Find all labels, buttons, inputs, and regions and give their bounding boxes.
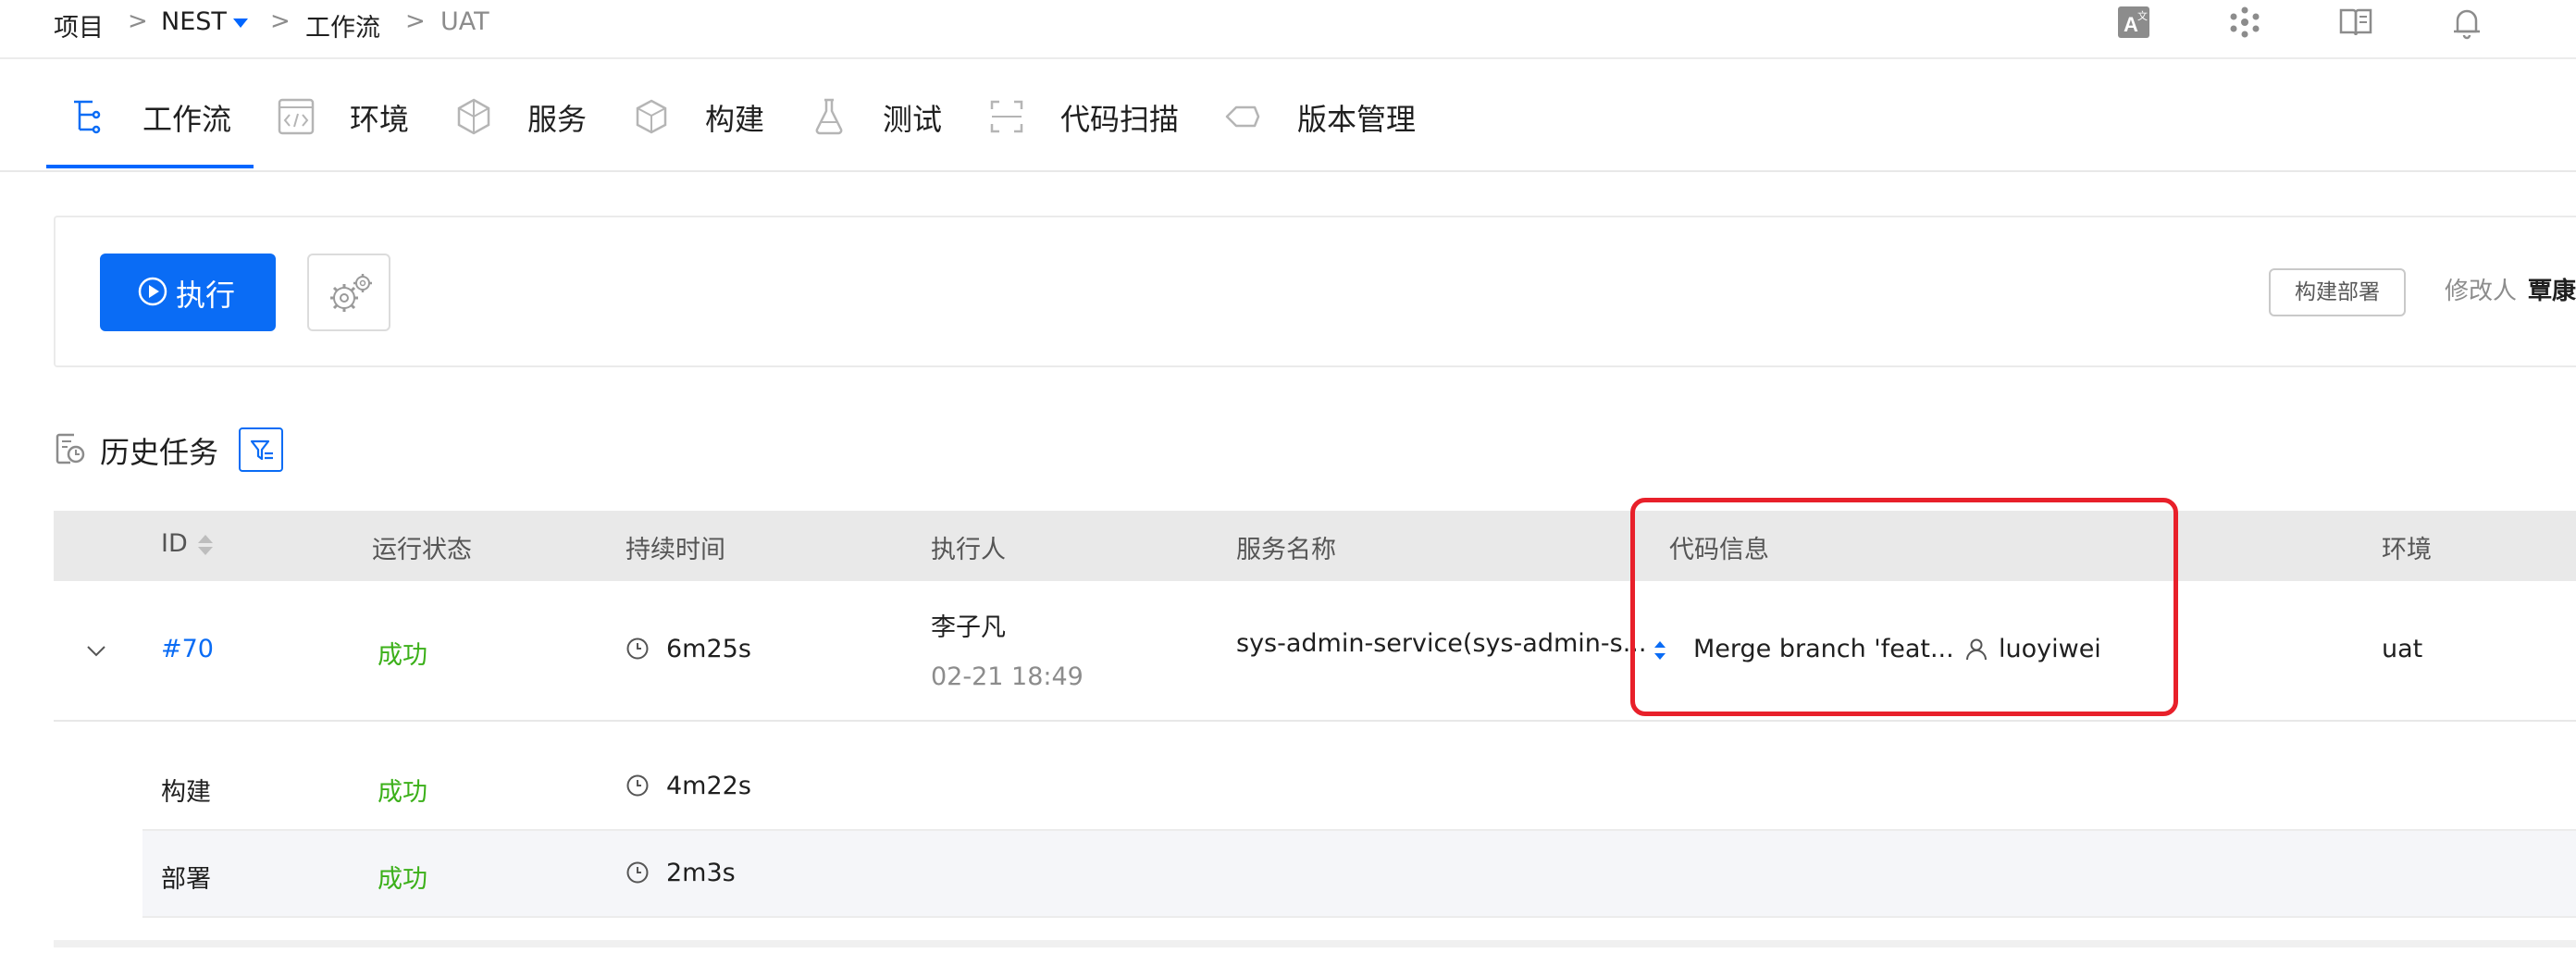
run-button-label: 执行 [176, 278, 236, 312]
history-title: 历史任务 [100, 435, 219, 470]
docs-icon[interactable] [2337, 4, 2374, 41]
column-header-environment: 环境 [2382, 536, 2432, 564]
svg-text:A: A [2124, 13, 2138, 36]
stage-duration: 4m22s [666, 772, 751, 800]
breadcrumb-root[interactable]: 项目 [54, 7, 104, 43]
column-header-status: 运行状态 [372, 536, 472, 564]
filter-button[interactable] [239, 427, 283, 472]
tab-version-management[interactable]: 版本管理 [1223, 59, 1436, 172]
code-icon [278, 98, 315, 135]
commit-expand-icon[interactable] [1651, 638, 1669, 662]
workflow-action-card [54, 216, 2576, 367]
notification-bell-icon[interactable] [2448, 4, 2485, 41]
active-tab-indicator [46, 165, 254, 168]
tab-label: 测试 [883, 102, 943, 137]
modifier-label: 修改人 [2445, 278, 2518, 305]
breadcrumb-section[interactable]: 工作流 [305, 7, 380, 43]
stage-name: 构建 [161, 778, 211, 807]
tab-environment[interactable]: 环境 [278, 59, 426, 172]
tab-label: 版本管理 [1297, 102, 1417, 137]
gear-icon [330, 274, 372, 312]
box-icon [636, 99, 667, 134]
cube-network-icon [457, 98, 490, 135]
stage-name: 部署 [161, 865, 211, 894]
committer-name: luoyiwei [1999, 635, 2101, 663]
filter-icon [250, 439, 273, 461]
top-bar: 项目 > NEST > 工作流 > UAT A 文 [0, 0, 2576, 59]
svg-text:文: 文 [2137, 9, 2148, 22]
column-header-executor: 执行人 [931, 536, 1006, 564]
tab-label: 构建 [705, 102, 765, 137]
stage-duration: 2m3s [666, 859, 736, 887]
user-icon [1966, 638, 1987, 661]
workflow-icon [74, 100, 101, 134]
breadcrumb-current: UAT [440, 7, 489, 36]
clock-icon [626, 637, 649, 660]
commit-message[interactable]: Merge branch 'feat... [1693, 635, 1954, 663]
tab-build[interactable]: 构建 [633, 59, 772, 172]
clock-icon [626, 861, 649, 884]
breadcrumb-separator: > [405, 7, 426, 35]
service-name[interactable]: sys-admin-service(sys-admin-s... [1236, 629, 1646, 658]
tag-icon [1225, 105, 1260, 128]
column-header-id[interactable]: ID [161, 529, 188, 558]
run-status: 成功 [378, 641, 427, 670]
table-footer-divider [54, 940, 2576, 947]
tab-workflow[interactable]: 工作流 [68, 59, 254, 172]
play-circle-icon [138, 277, 167, 306]
sort-descending-icon[interactable] [198, 547, 213, 555]
column-header-duration: 持续时间 [625, 536, 725, 564]
stage-status: 成功 [378, 865, 427, 894]
column-header-service: 服务名称 [1236, 536, 1336, 564]
tab-code-scan[interactable]: 代码扫描 [988, 59, 1192, 172]
executor-name: 李子凡 [931, 613, 1006, 642]
apps-icon[interactable] [2226, 4, 2263, 41]
column-header-code-info: 代码信息 [1669, 536, 1769, 564]
run-button[interactable]: 执行 [100, 254, 276, 331]
sort-ascending-icon[interactable] [198, 535, 213, 543]
stage-row [142, 744, 2576, 831]
modifier-name: 覃康 [2528, 278, 2576, 305]
tab-label: 服务 [527, 102, 588, 137]
module-tabs: 工作流 环境 服务 构建 测试 代码扫描 版本管理 [0, 59, 2576, 172]
tab-services[interactable]: 服务 [455, 59, 594, 172]
scan-icon [990, 100, 1023, 133]
breadcrumb-separator: > [128, 7, 148, 35]
breadcrumb-project[interactable]: NEST [161, 7, 227, 36]
tab-label: 工作流 [142, 102, 232, 137]
history-task-icon [56, 433, 85, 464]
expand-chevron-icon[interactable] [85, 642, 107, 661]
clock-icon [626, 774, 649, 797]
workflow-settings-button[interactable] [307, 254, 390, 331]
flask-icon [815, 98, 843, 135]
chevron-down-icon[interactable] [233, 19, 248, 28]
stage-row [142, 831, 2576, 918]
tab-label: 代码扫描 [1060, 102, 1180, 137]
task-id-link[interactable]: #70 [161, 635, 214, 663]
environment-value: uat [2382, 635, 2423, 663]
tab-label: 环境 [350, 102, 410, 137]
executed-time: 02-21 18:49 [931, 662, 1084, 691]
breadcrumb-separator: > [270, 7, 291, 35]
stage-status: 成功 [378, 778, 427, 807]
duration-value: 6m25s [666, 635, 751, 663]
tab-test[interactable]: 测试 [811, 59, 949, 172]
build-deploy-tag: 构建部署 [2269, 268, 2406, 316]
translate-icon[interactable]: A 文 [2115, 4, 2152, 41]
